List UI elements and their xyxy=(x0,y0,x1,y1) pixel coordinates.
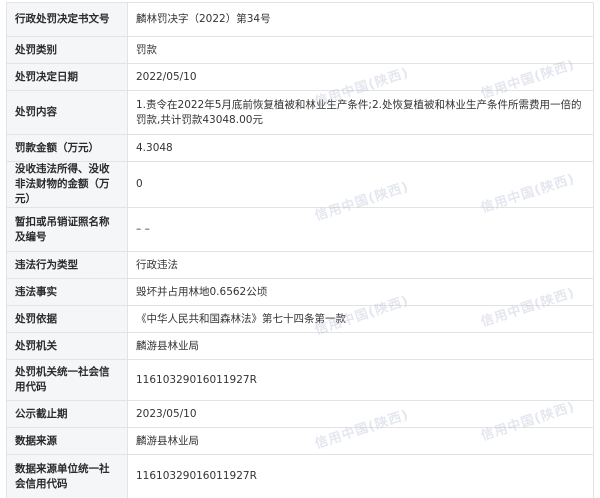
table-row: 数据来源单位统一社会信用代码 11610329016011927R xyxy=(6,454,594,498)
row-value-license-revocation: – – xyxy=(127,207,594,252)
table-row: 公示截止期 2023/05/10 xyxy=(6,400,594,428)
table-row: 处罚内容 1.责令在2022年5月底前恢复植被和林业生产条件;2.处恢复植被和林… xyxy=(6,90,594,135)
row-value-penalty-authority: 麟游县林业局 xyxy=(127,332,594,360)
row-value-violation-type: 行政违法 xyxy=(127,251,594,279)
row-label-license-revocation: 暂扣或吊销证照名称及编号 xyxy=(6,207,128,252)
table-row: 处罚类别 罚款 xyxy=(6,36,594,64)
penalty-detail-page: 行政处罚决定书文号 麟林罚决字（2022）第34号 处罚类别 罚款 处罚决定日期… xyxy=(0,0,600,498)
row-label-decision-date: 处罚决定日期 xyxy=(6,63,128,91)
row-label-violation-facts: 违法事实 xyxy=(6,278,128,306)
row-value-confiscation-amount: 0 xyxy=(127,161,594,208)
row-value-publicity-deadline: 2023/05/10 xyxy=(127,400,594,428)
row-label-confiscation-amount: 没收违法所得、没收非法财物的金额（万元） xyxy=(6,161,128,208)
penalty-detail-table: 行政处罚决定书文号 麟林罚决字（2022）第34号 处罚类别 罚款 处罚决定日期… xyxy=(6,2,594,498)
table-row: 处罚机关统一社会信用代码 11610329016011927R xyxy=(6,359,594,401)
table-row: 违法行为类型 行政违法 xyxy=(6,251,594,279)
table-row: 处罚机关 麟游县林业局 xyxy=(6,332,594,360)
row-label-decision-number: 行政处罚决定书文号 xyxy=(6,2,128,37)
table-row: 处罚依据 《中华人民共和国森林法》第七十四条第一款 xyxy=(6,305,594,333)
row-label-authority-credit-code: 处罚机关统一社会信用代码 xyxy=(6,359,128,401)
table-row: 没收违法所得、没收非法财物的金额（万元） 0 xyxy=(6,161,594,208)
table-row: 数据来源 麟游县林业局 xyxy=(6,427,594,455)
row-value-fine-amount: 4.3048 xyxy=(127,134,594,162)
table-row: 违法事实 毁坏并占用林地0.6562公顷 xyxy=(6,278,594,306)
row-label-penalty-content: 处罚内容 xyxy=(6,90,128,135)
row-value-penalty-content: 1.责令在2022年5月底前恢复植被和林业生产条件;2.处恢复植被和林业生产条件… xyxy=(127,90,594,135)
row-value-violation-facts: 毁坏并占用林地0.6562公顷 xyxy=(127,278,594,306)
table-row: 行政处罚决定书文号 麟林罚决字（2022）第34号 xyxy=(6,2,594,37)
row-label-legal-basis: 处罚依据 xyxy=(6,305,128,333)
table-row: 暂扣或吊销证照名称及编号 – – xyxy=(6,207,594,252)
row-value-legal-basis: 《中华人民共和国森林法》第七十四条第一款 xyxy=(127,305,594,333)
row-value-source-credit-code: 11610329016011927R xyxy=(127,454,594,498)
row-value-data-source: 麟游县林业局 xyxy=(127,427,594,455)
row-value-decision-number: 麟林罚决字（2022）第34号 xyxy=(127,2,594,37)
row-value-decision-date: 2022/05/10 xyxy=(127,63,594,91)
row-label-data-source: 数据来源 xyxy=(6,427,128,455)
row-label-penalty-type: 处罚类别 xyxy=(6,36,128,64)
table-row: 罚款金额（万元） 4.3048 xyxy=(6,134,594,162)
row-label-source-credit-code: 数据来源单位统一社会信用代码 xyxy=(6,454,128,498)
row-label-penalty-authority: 处罚机关 xyxy=(6,332,128,360)
row-value-authority-credit-code: 11610329016011927R xyxy=(127,359,594,401)
row-label-violation-type: 违法行为类型 xyxy=(6,251,128,279)
row-value-penalty-type: 罚款 xyxy=(127,36,594,64)
table-row: 处罚决定日期 2022/05/10 xyxy=(6,63,594,91)
row-label-fine-amount: 罚款金额（万元） xyxy=(6,134,128,162)
row-label-publicity-deadline: 公示截止期 xyxy=(6,400,128,428)
